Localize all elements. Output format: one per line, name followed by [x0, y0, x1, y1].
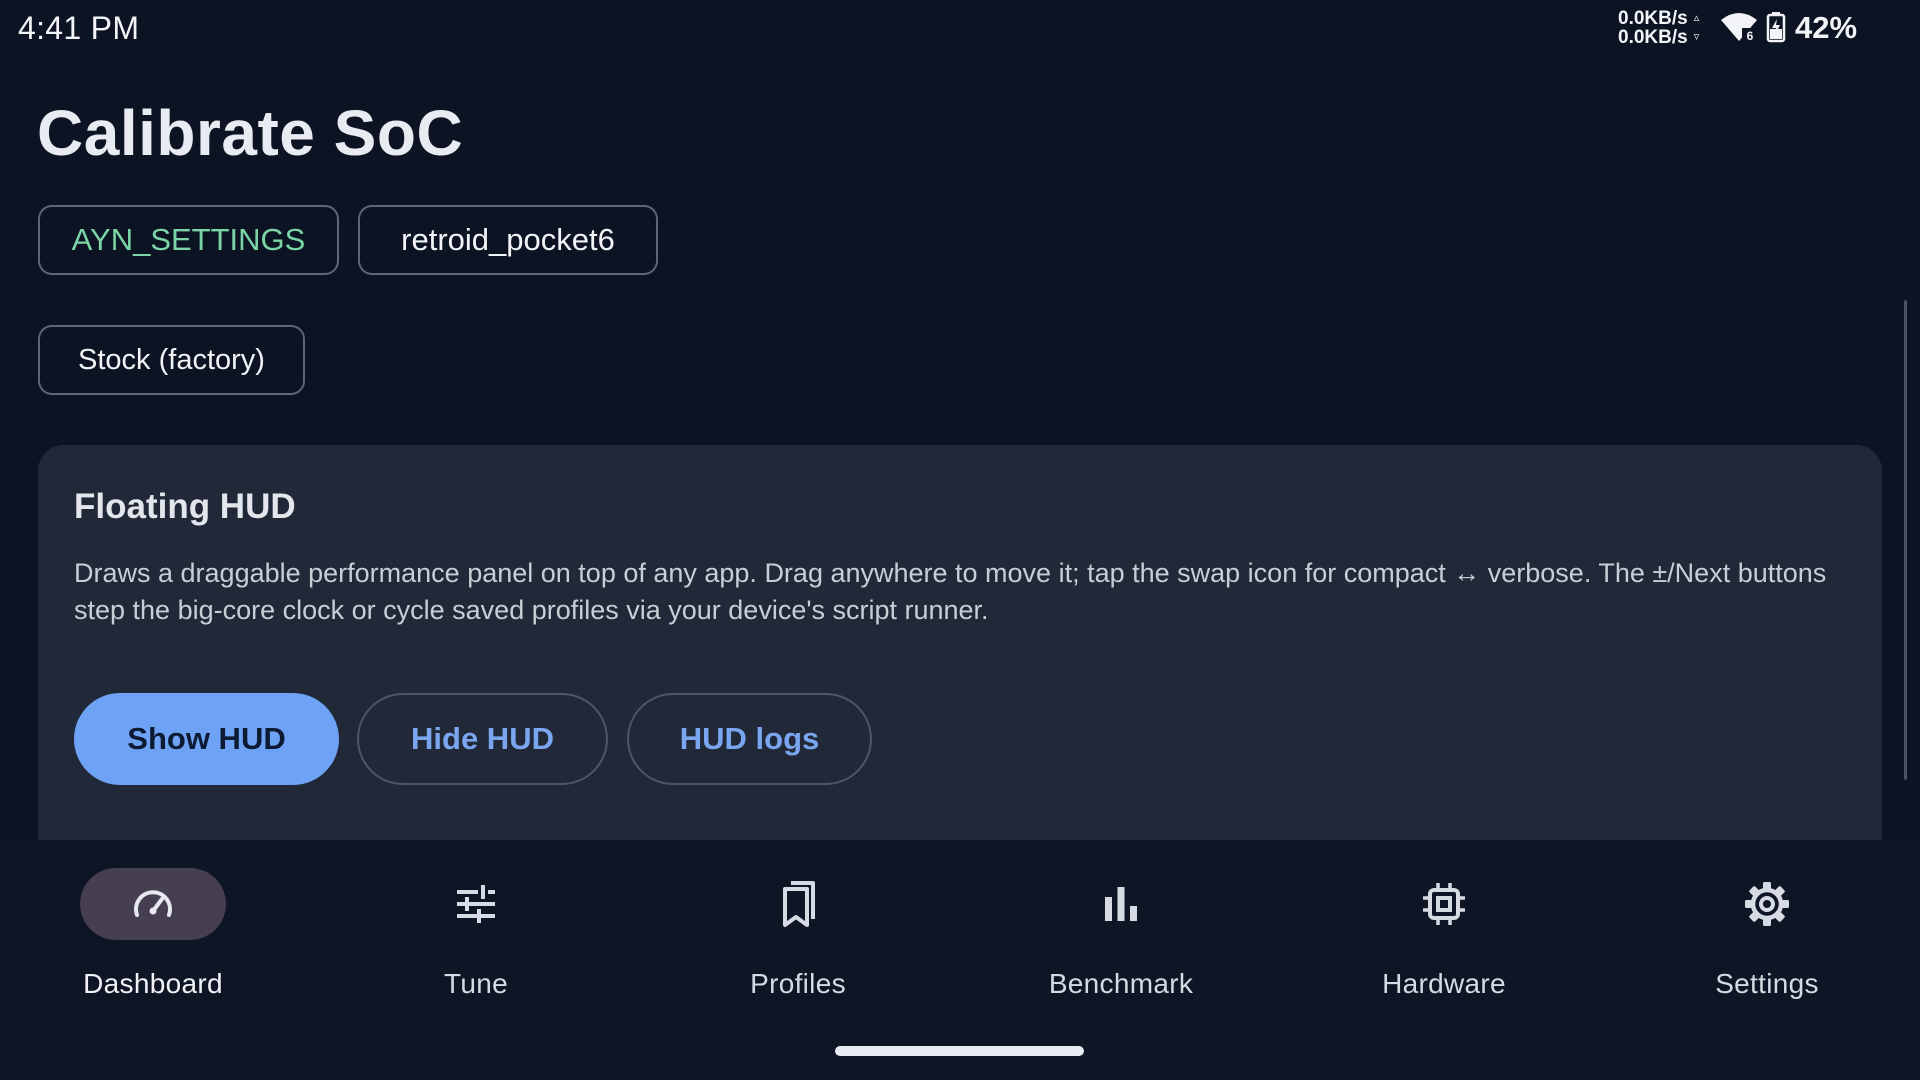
status-bar: 4:41 PM 0.0KB/s ▵ 0.0KB/s ▿ 6 42%	[0, 0, 1920, 56]
device-vendor-chip[interactable]: AYN_SETTINGS	[38, 205, 339, 275]
nav-label-benchmark: Benchmark	[1048, 968, 1194, 999]
home-indicator[interactable]	[835, 1046, 1084, 1056]
upload-arrow-icon: ▵	[1693, 12, 1700, 24]
hud-logs-label: HUD logs	[679, 721, 820, 756]
nav-icon-wrap-hardware	[1371, 868, 1517, 940]
nav-label-hardware: Hardware	[1382, 968, 1506, 999]
nav-item-tune[interactable]: Tune	[316, 866, 636, 1006]
hide-hud-label: Hide HUD	[411, 721, 554, 756]
bar-chart-icon	[1105, 887, 1137, 921]
nav-label-profiles: Profiles	[750, 968, 846, 999]
nav-label-tune: Tune	[444, 968, 508, 999]
nav-item-benchmark[interactable]: Benchmark	[961, 866, 1281, 1006]
hud-logs-button[interactable]: HUD logs	[627, 693, 872, 785]
nav-item-hardware[interactable]: Hardware	[1284, 866, 1604, 1006]
hide-hud-button[interactable]: Hide HUD	[357, 693, 608, 785]
nav-icon-wrap-profiles	[725, 868, 871, 940]
card-description: Draws a draggable performance panel on t…	[74, 558, 1827, 625]
profile-chip[interactable]: Stock (factory)	[38, 325, 305, 395]
sliders-icon	[457, 885, 495, 923]
screen: 4:41 PM 0.0KB/s ▵ 0.0KB/s ▿ 6 42% Calibr…	[0, 0, 1920, 1080]
nav-icon-wrap-settings	[1694, 868, 1840, 940]
nav-icon-wrap-tune	[403, 868, 549, 940]
battery-percent: 42%	[1795, 10, 1858, 45]
device-vendor-label: AYN_SETTINGS	[71, 222, 306, 257]
battery-charging-icon	[1766, 12, 1786, 43]
nav-item-dashboard[interactable]: Dashboard	[0, 866, 313, 1006]
speedometer-icon	[134, 890, 172, 917]
download-speed: 0.0KB/s	[1618, 27, 1688, 48]
bookmarks-icon	[783, 881, 815, 927]
show-hud-label: Show HUD	[127, 721, 286, 756]
profile-label: Stock (factory)	[78, 343, 265, 376]
nav-label-settings: Settings	[1715, 968, 1819, 999]
status-time: 4:41 PM	[18, 10, 140, 46]
device-model-label: retroid_pocket6	[401, 222, 615, 257]
card-title: Floating HUD	[74, 487, 296, 526]
chip-icon	[1423, 883, 1465, 925]
scrollbar[interactable]	[1904, 300, 1907, 780]
svg-text:6: 6	[1747, 29, 1754, 42]
gear-icon	[1745, 882, 1789, 926]
show-hud-button[interactable]: Show HUD	[74, 693, 339, 785]
nav-item-settings[interactable]: Settings	[1607, 866, 1920, 1006]
nav-icon-wrap-benchmark	[1048, 868, 1194, 940]
download-arrow-icon: ▿	[1693, 31, 1700, 43]
nav-label-dashboard: Dashboard	[83, 968, 223, 999]
nav-active-indicator	[80, 868, 226, 940]
network-speed: 0.0KB/s ▵ 0.0KB/s ▿	[1618, 9, 1699, 47]
wifi-6-icon: 6	[1721, 13, 1758, 42]
page-title: Calibrate SoC	[37, 97, 464, 169]
device-model-chip[interactable]: retroid_pocket6	[358, 205, 658, 275]
upload-speed: 0.0KB/s	[1618, 8, 1688, 29]
bottom-navigation: Dashboard Tune Profiles Benchmark Hardwa…	[0, 840, 1920, 1080]
nav-item-profiles[interactable]: Profiles	[638, 866, 958, 1006]
